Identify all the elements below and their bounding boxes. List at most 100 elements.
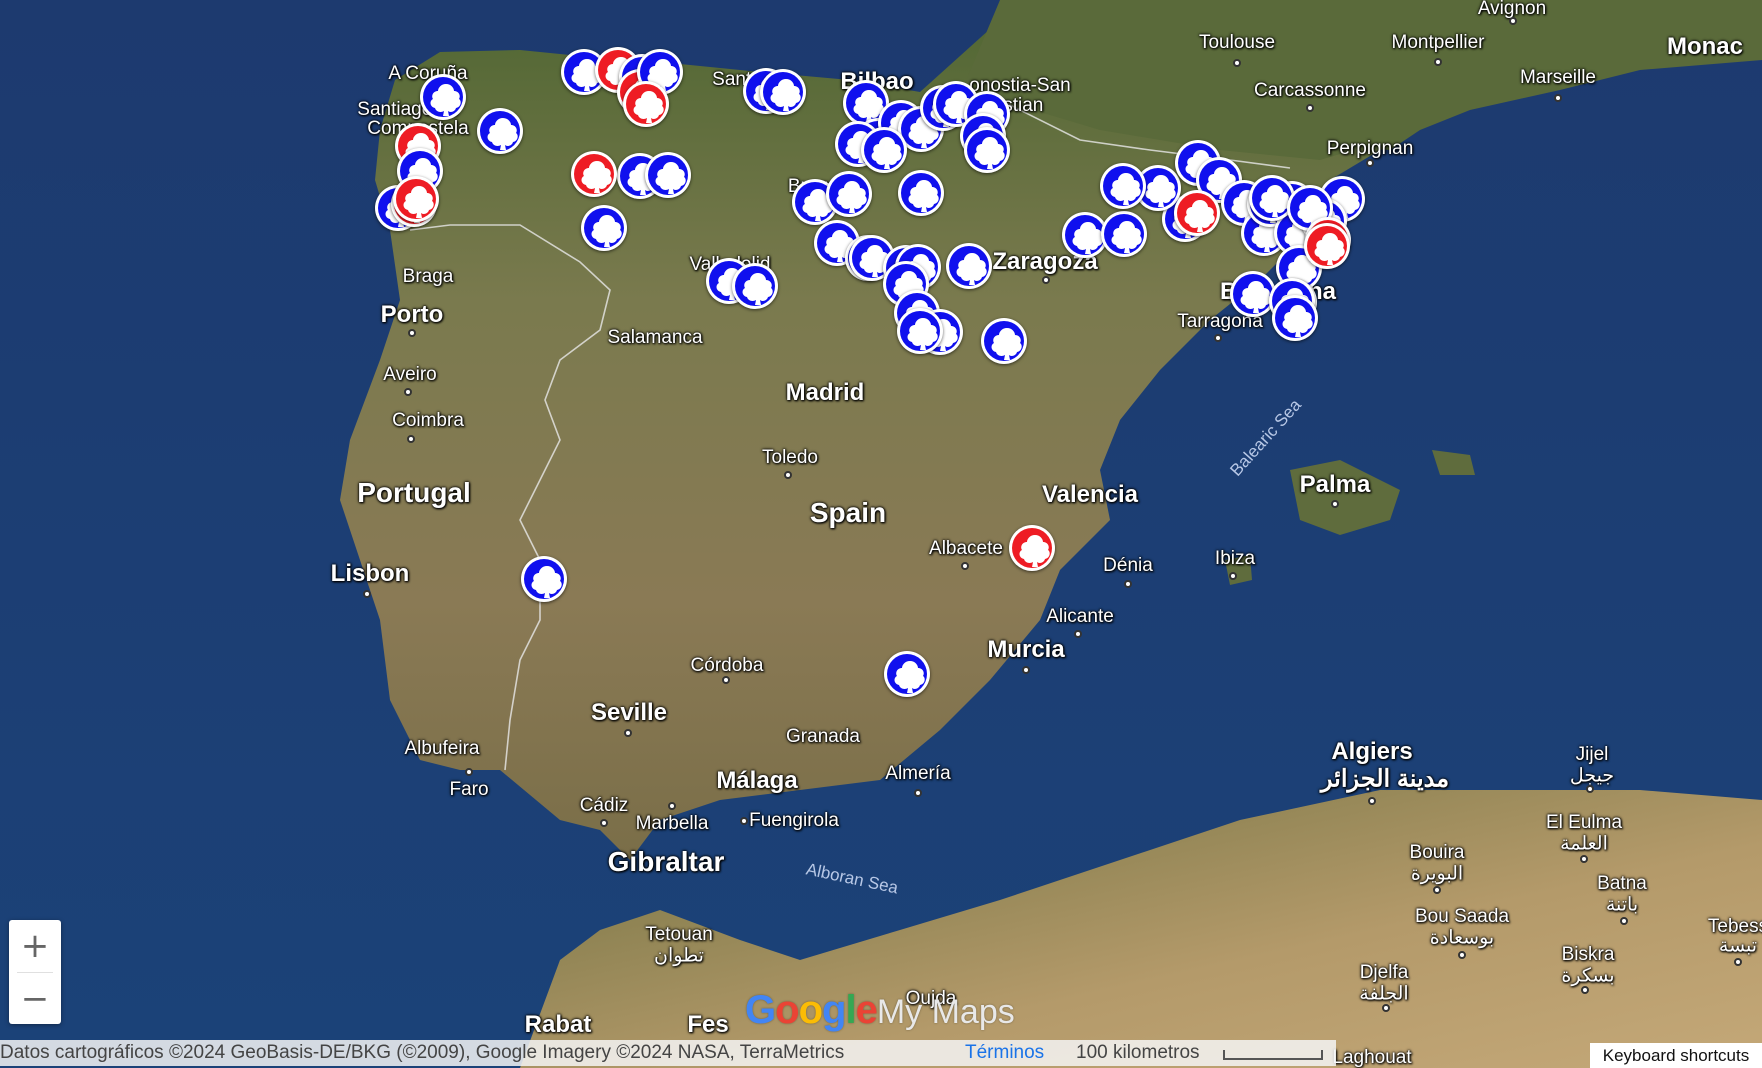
red-tree-marker[interactable] xyxy=(571,151,617,197)
marker-fill xyxy=(1104,214,1144,254)
tree-icon xyxy=(974,137,1005,169)
red-tree-marker[interactable] xyxy=(1009,525,1055,571)
red-tree-marker[interactable] xyxy=(623,81,669,127)
keyboard-shortcuts-button[interactable]: Keyboard shortcuts xyxy=(1590,1043,1762,1068)
tree-icon xyxy=(1184,200,1215,232)
blue-tree-marker[interactable] xyxy=(826,171,872,217)
marker-fill xyxy=(648,155,688,195)
marker-fill xyxy=(1233,274,1273,314)
city-dot xyxy=(1022,666,1030,674)
blue-tree-marker[interactable] xyxy=(897,308,943,354)
tree-icon xyxy=(1314,233,1345,265)
city-dot xyxy=(1233,59,1241,67)
blue-tree-marker[interactable] xyxy=(898,170,944,216)
marker-fill xyxy=(1307,226,1347,266)
tree-icon xyxy=(836,181,867,213)
tree-icon xyxy=(430,84,461,116)
blue-tree-marker[interactable] xyxy=(732,263,778,309)
city-dot xyxy=(1124,580,1132,588)
blue-tree-marker[interactable] xyxy=(581,205,627,251)
city-dot xyxy=(740,817,748,825)
city-dot xyxy=(1554,94,1562,102)
blue-tree-marker[interactable] xyxy=(1272,295,1318,341)
tree-icon xyxy=(1111,221,1142,253)
city-dot xyxy=(1306,104,1314,112)
city-dot xyxy=(914,789,922,797)
marker-fill xyxy=(1252,178,1292,218)
marker-fill xyxy=(901,173,941,213)
tree-icon xyxy=(1282,305,1313,337)
google-logo-text: Google xyxy=(745,988,878,1032)
blue-tree-marker[interactable] xyxy=(1101,211,1147,257)
blue-tree-marker[interactable] xyxy=(946,243,992,289)
city-dot xyxy=(1620,917,1628,925)
google-my-maps-logo: GoogleMy Maps xyxy=(745,988,1015,1033)
city-dot xyxy=(1366,159,1374,167)
marker-fill xyxy=(1103,166,1143,206)
red-tree-marker[interactable] xyxy=(1174,190,1220,236)
marker-fill xyxy=(735,266,775,306)
tree-icon xyxy=(591,215,622,247)
tree-icon xyxy=(1145,175,1176,207)
city-dot xyxy=(1586,785,1594,793)
zoom-control: + − xyxy=(9,920,61,1024)
tree-icon xyxy=(991,328,1022,360)
marker-fill xyxy=(626,84,666,124)
tree-icon xyxy=(487,118,518,150)
blue-tree-marker[interactable] xyxy=(884,651,930,697)
city-dot xyxy=(1580,855,1588,863)
blue-tree-marker[interactable] xyxy=(477,108,523,154)
tree-icon xyxy=(1240,281,1271,313)
red-tree-marker[interactable] xyxy=(1304,223,1350,269)
blue-tree-marker[interactable] xyxy=(521,556,567,602)
tree-icon xyxy=(742,273,773,305)
city-dot xyxy=(1074,630,1082,638)
blue-tree-marker[interactable] xyxy=(861,127,907,173)
tree-icon xyxy=(531,566,562,598)
tree-icon xyxy=(956,253,987,285)
blue-tree-marker[interactable] xyxy=(645,152,691,198)
city-dot xyxy=(1509,17,1517,25)
zoom-out-button[interactable]: − xyxy=(9,973,61,1025)
tree-icon xyxy=(403,186,434,218)
city-dot xyxy=(668,802,676,810)
tree-icon xyxy=(581,161,612,193)
marker-fill xyxy=(1275,298,1315,338)
tree-icon xyxy=(655,162,686,194)
tree-icon xyxy=(770,79,801,111)
attribution-text: Datos cartográficos ©2024 GeoBasis-DE/BK… xyxy=(0,1042,845,1063)
blue-tree-marker[interactable] xyxy=(981,318,1027,364)
map-canvas[interactable]: Toulouse Montpellier Avignon Monac Marseille… xyxy=(0,0,1762,1068)
city-dot xyxy=(624,729,632,737)
marker-fill xyxy=(864,130,904,170)
blue-tree-marker[interactable] xyxy=(420,74,466,120)
city-dot xyxy=(1434,58,1442,66)
map-footer: Datos cartográficos ©2024 GeoBasis-DE/BK… xyxy=(0,1040,1336,1066)
city-dot xyxy=(1214,334,1222,342)
blue-tree-marker[interactable] xyxy=(760,69,806,115)
city-dot xyxy=(407,435,415,443)
city-dot xyxy=(408,329,416,337)
marker-fill xyxy=(949,246,989,286)
city-dot xyxy=(722,676,730,684)
marker-fill xyxy=(900,311,940,351)
tree-icon xyxy=(871,137,902,169)
city-dot xyxy=(1331,500,1339,508)
city-dot xyxy=(1581,986,1589,994)
terms-link[interactable]: Términos xyxy=(965,1040,1044,1066)
city-dot xyxy=(1734,958,1742,966)
city-dot xyxy=(784,471,792,479)
zoom-in-button[interactable]: + xyxy=(9,920,61,972)
tree-icon xyxy=(907,318,938,350)
tree-icon xyxy=(633,91,664,123)
tree-icon xyxy=(894,661,925,693)
tree-icon xyxy=(1110,173,1141,205)
city-dot xyxy=(1042,276,1050,284)
red-tree-marker[interactable] xyxy=(393,176,439,222)
blue-tree-marker[interactable] xyxy=(1100,163,1146,209)
marker-fill xyxy=(829,174,869,214)
blue-tree-marker[interactable] xyxy=(964,127,1010,173)
marker-fill xyxy=(524,559,564,599)
marker-fill xyxy=(887,654,927,694)
marker-fill xyxy=(584,208,624,248)
